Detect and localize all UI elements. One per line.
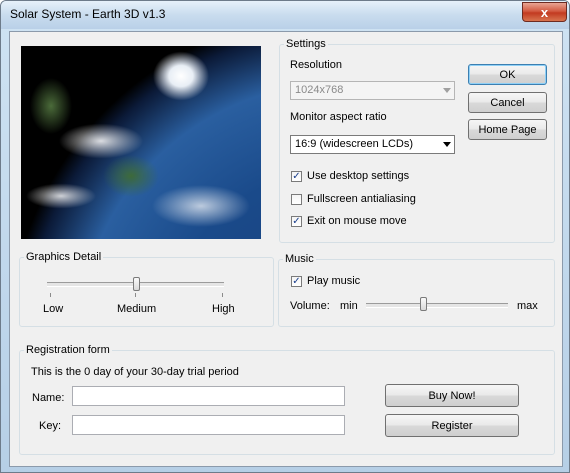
music-group bbox=[278, 259, 555, 327]
fullscreen-aa-checkbox[interactable] bbox=[291, 194, 302, 205]
exit-mouse-checkbox[interactable]: ✓ bbox=[291, 216, 302, 227]
dialog-client: Settings Resolution 1024x768 Monitor asp… bbox=[9, 31, 563, 467]
slider-tick bbox=[222, 293, 223, 297]
slider-tick bbox=[50, 293, 51, 297]
volume-label: Volume: bbox=[290, 300, 330, 312]
key-input[interactable] bbox=[72, 415, 345, 435]
graphics-detail-slider-thumb[interactable] bbox=[132, 277, 140, 291]
aspect-ratio-label: Monitor aspect ratio bbox=[290, 111, 387, 123]
volume-slider-thumb[interactable] bbox=[419, 297, 427, 311]
dialog-window: Solar System - Earth 3D v1.3 x Settings … bbox=[0, 0, 570, 473]
chevron-down-icon bbox=[443, 88, 451, 93]
resolution-value: 1024x768 bbox=[295, 84, 344, 96]
aspect-ratio-value: 16:9 (widescreen LCDs) bbox=[295, 138, 413, 150]
volume-max-label: max bbox=[517, 300, 538, 312]
registration-group-label: Registration form bbox=[24, 344, 112, 356]
name-input[interactable] bbox=[72, 386, 345, 406]
settings-group-label: Settings bbox=[284, 38, 328, 50]
window-title: Solar System - Earth 3D v1.3 bbox=[10, 7, 166, 21]
resolution-label: Resolution bbox=[290, 59, 342, 71]
graphics-low-label: Low bbox=[43, 303, 64, 315]
name-label: Name: bbox=[32, 392, 65, 404]
cancel-button[interactable]: Cancel bbox=[468, 92, 547, 113]
key-label: Key: bbox=[39, 420, 62, 432]
ok-button[interactable]: OK bbox=[468, 64, 547, 85]
play-music-label: Play music bbox=[307, 275, 361, 287]
graphics-high-label: High bbox=[212, 303, 235, 315]
slider-tick bbox=[135, 293, 136, 297]
music-group-label: Music bbox=[283, 253, 316, 265]
close-icon: x bbox=[540, 4, 549, 20]
use-desktop-checkbox[interactable]: ✓ bbox=[291, 171, 302, 182]
close-button[interactable]: x bbox=[522, 2, 567, 22]
graphics-medium-label: Medium bbox=[117, 303, 157, 315]
graphics-detail-label: Graphics Detail bbox=[24, 251, 104, 263]
play-music-checkbox[interactable]: ✓ bbox=[291, 276, 302, 287]
trial-text: This is the 0 day of your 30-day trial p… bbox=[31, 366, 239, 378]
title-bar[interactable]: Solar System - Earth 3D v1.3 x bbox=[1, 1, 569, 29]
exit-mouse-label: Exit on mouse move bbox=[307, 215, 407, 227]
volume-min-label: min bbox=[340, 300, 358, 312]
chevron-down-icon bbox=[443, 142, 451, 147]
volume-track bbox=[366, 303, 508, 308]
home-page-button[interactable]: Home Page bbox=[468, 119, 547, 140]
fullscreen-aa-label: Fullscreen antialiasing bbox=[307, 193, 416, 205]
earth-preview-image bbox=[21, 46, 261, 239]
aspect-ratio-select[interactable]: 16:9 (widescreen LCDs) bbox=[290, 135, 455, 154]
use-desktop-label: Use desktop settings bbox=[307, 170, 410, 182]
register-button[interactable]: Register bbox=[385, 414, 519, 437]
buy-now-button[interactable]: Buy Now! bbox=[385, 384, 519, 407]
graphics-detail-group bbox=[19, 257, 274, 327]
resolution-select[interactable]: 1024x768 bbox=[290, 81, 455, 100]
